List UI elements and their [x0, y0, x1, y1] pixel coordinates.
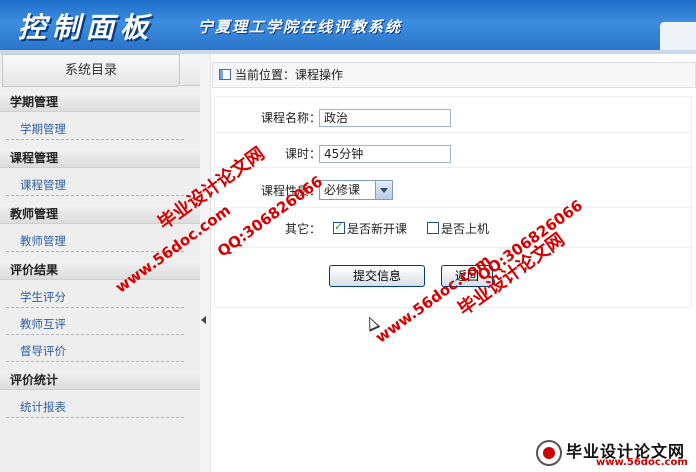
- logo-site: www.56doc.com: [596, 457, 688, 468]
- submit-button[interactable]: 提交信息: [329, 265, 425, 287]
- sidebar-heading-filler: [180, 54, 200, 86]
- sidebar-group-term[interactable]: 学期管理: [0, 92, 200, 112]
- sidebar-group-evaluation-results[interactable]: 评价结果: [0, 260, 200, 280]
- course-name-label: 课程名称：: [260, 111, 321, 125]
- app-subtitle: 宁夏理工学院在线评教系统: [198, 18, 403, 36]
- hours-label: 课时：: [284, 147, 321, 161]
- online-checkbox-label[interactable]: 是否上机: [441, 220, 489, 237]
- logo-mark-icon: [536, 440, 562, 466]
- sidebar-collapse-bar[interactable]: [200, 54, 211, 472]
- app-title: 控制面板: [18, 11, 155, 44]
- header-tab[interactable]: [660, 22, 696, 50]
- online-checkbox[interactable]: [427, 222, 439, 234]
- window-icon: [219, 69, 231, 80]
- form-row-course-name: 课程名称： 政治: [215, 97, 691, 133]
- sidebar-group-statistics[interactable]: 评价统计: [0, 370, 200, 390]
- sidebar-item-peer-review[interactable]: 教师互评: [0, 311, 200, 337]
- course-name-input[interactable]: 政治: [319, 109, 451, 127]
- other-label: 其它：: [284, 222, 321, 236]
- breadcrumb-label: 当前位置：课程操作: [235, 68, 344, 82]
- footer-logo: 毕业设计论文网 www.56doc.com: [536, 440, 694, 470]
- chevron-down-icon[interactable]: [375, 181, 392, 199]
- sidebar-heading: 系统目录: [2, 54, 180, 87]
- app-header: 控制面板 宁夏理工学院在线评教系统: [0, 0, 696, 50]
- breadcrumb: 当前位置：课程操作: [212, 62, 696, 88]
- form-row-hours: 课时： 45分钟: [215, 132, 691, 168]
- sidebar-item-supervisor-review[interactable]: 督导评价: [0, 338, 200, 364]
- sidebar-item-course-management[interactable]: 课程管理: [0, 172, 200, 198]
- sidebar-item-student-score[interactable]: 学生评分: [0, 284, 200, 310]
- nature-select[interactable]: 必修课: [319, 180, 393, 200]
- sidebar: 系统目录 学期管理 学期管理 课程管理 课程管理 教师管理 教师管理 评价结果 …: [0, 54, 201, 472]
- nature-select-value: 必修课: [324, 183, 361, 197]
- collapse-arrow-icon[interactable]: [201, 316, 206, 324]
- sidebar-item-stat-report[interactable]: 统计报表: [0, 394, 200, 420]
- new-course-checkbox[interactable]: [333, 220, 345, 234]
- sidebar-item-term-management[interactable]: 学期管理: [0, 116, 200, 142]
- sidebar-group-course[interactable]: 课程管理: [0, 148, 200, 168]
- new-course-checkbox-label[interactable]: 是否新开课: [347, 220, 407, 237]
- hours-input[interactable]: 45分钟: [319, 145, 451, 163]
